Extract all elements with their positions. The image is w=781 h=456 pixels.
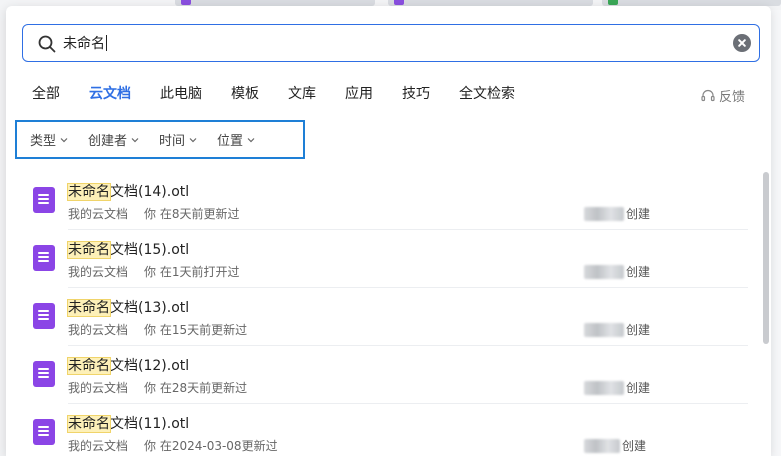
redacted-name bbox=[584, 380, 624, 395]
tab-templates[interactable]: 模板 bbox=[231, 84, 259, 106]
result-title: 未命名文档(13).otl bbox=[67, 297, 190, 317]
document-icon bbox=[33, 361, 55, 387]
redacted-name bbox=[584, 322, 624, 337]
document-icon bbox=[33, 303, 55, 329]
feedback-button[interactable]: 反馈 bbox=[701, 86, 745, 105]
search-input[interactable]: 未命名 bbox=[63, 25, 703, 61]
title-rest: 文档(12).otl bbox=[110, 358, 190, 374]
search-panel: 未命名 全部 云文档 此电脑 模板 文库 应用 技巧 全文检索 反馈 类型 创建… bbox=[6, 6, 771, 456]
result-title: 未命名文档(14).otl bbox=[67, 181, 190, 201]
result-location: 我的云文档 bbox=[68, 207, 129, 221]
filter-creator[interactable]: 创建者 bbox=[88, 130, 139, 149]
tab-apps[interactable]: 应用 bbox=[345, 84, 373, 106]
document-icon bbox=[33, 245, 55, 271]
result-creator: 创建 bbox=[584, 263, 650, 280]
tab-library[interactable]: 文库 bbox=[288, 84, 316, 106]
tab-full-text-search[interactable]: 全文检索 bbox=[459, 84, 515, 106]
background-right-edge bbox=[771, 10, 781, 456]
list-item[interactable]: 未命名文档(11).otl 我的云文档 你 在2024-03-08更新过 创建 bbox=[6, 404, 756, 456]
chevron-down-icon bbox=[60, 137, 68, 142]
list-item[interactable]: 未命名文档(12).otl 我的云文档 你 在28天前更新过 创建 bbox=[6, 346, 756, 404]
result-meta: 我的云文档 你 在1天前打开过 bbox=[68, 263, 239, 280]
result-creator: 创建 bbox=[584, 379, 650, 396]
filter-location[interactable]: 位置 bbox=[217, 130, 255, 149]
document-icon bbox=[33, 419, 55, 445]
search-input-value: 未命名 bbox=[63, 36, 105, 52]
result-meta: 我的云文档 你 在8天前更新过 bbox=[68, 205, 239, 222]
result-meta: 我的云文档 你 在2024-03-08更新过 bbox=[68, 437, 278, 454]
redacted-name bbox=[584, 206, 624, 221]
list-item[interactable]: 未命名文档(13).otl 我的云文档 你 在15天前更新过 创建 bbox=[6, 288, 756, 346]
doc-tab-icon bbox=[394, 0, 404, 5]
title-rest: 文档(15).otl bbox=[110, 242, 190, 258]
result-location: 我的云文档 bbox=[68, 323, 129, 337]
feedback-label: 反馈 bbox=[718, 90, 745, 105]
search-icon bbox=[38, 35, 56, 53]
result-creator: 创建 bbox=[584, 321, 650, 338]
result-title: 未命名文档(12).otl bbox=[67, 355, 190, 375]
doc-tab-icon bbox=[181, 0, 191, 5]
document-icon bbox=[33, 187, 55, 213]
result-location: 我的云文档 bbox=[68, 381, 129, 395]
result-activity: 你 在2024-03-08更新过 bbox=[144, 439, 278, 453]
match-highlight: 未命名 bbox=[67, 299, 111, 317]
filter-type[interactable]: 类型 bbox=[30, 130, 68, 149]
result-location: 我的云文档 bbox=[68, 439, 129, 453]
result-creator: 创建 bbox=[584, 437, 646, 454]
result-meta: 我的云文档 你 在28天前更新过 bbox=[68, 379, 247, 396]
result-list-scrollbar[interactable] bbox=[763, 172, 769, 344]
redacted-name bbox=[584, 438, 620, 453]
creator-suffix: 创建 bbox=[626, 207, 651, 221]
filter-label: 时间 bbox=[159, 134, 186, 149]
tab-cloud-docs[interactable]: 云文档 bbox=[89, 84, 131, 106]
tab-this-computer[interactable]: 此电脑 bbox=[160, 84, 202, 106]
result-activity: 你 在1天前打开过 bbox=[144, 265, 240, 279]
list-item[interactable]: 未命名文档(14).otl 我的云文档 你 在8天前更新过 创建 bbox=[6, 172, 756, 230]
filter-bar: 类型 创建者 时间 位置 bbox=[15, 120, 305, 159]
result-location: 我的云文档 bbox=[68, 265, 129, 279]
title-rest: 文档(14).otl bbox=[110, 184, 190, 200]
filter-label: 类型 bbox=[30, 134, 57, 149]
chevron-down-icon bbox=[131, 137, 139, 142]
match-highlight: 未命名 bbox=[67, 415, 111, 433]
match-highlight: 未命名 bbox=[67, 357, 111, 375]
filter-label: 创建者 bbox=[88, 134, 128, 149]
text-caret bbox=[106, 35, 107, 51]
search-box[interactable]: 未命名 bbox=[22, 24, 760, 62]
result-title: 未命名文档(11).otl bbox=[67, 413, 190, 433]
creator-suffix: 创建 bbox=[626, 265, 651, 279]
creator-suffix: 创建 bbox=[626, 381, 651, 395]
result-activity: 你 在8天前更新过 bbox=[144, 207, 240, 221]
tab-tips[interactable]: 技巧 bbox=[402, 84, 430, 106]
creator-suffix: 创建 bbox=[622, 439, 647, 453]
list-item[interactable]: 未命名文档(15).otl 我的云文档 你 在1天前打开过 创建 bbox=[6, 230, 756, 288]
search-tabs: 全部 云文档 此电脑 模板 文库 应用 技巧 全文检索 bbox=[32, 84, 544, 106]
result-meta: 我的云文档 你 在15天前更新过 bbox=[68, 321, 247, 338]
title-rest: 文档(11).otl bbox=[110, 416, 190, 432]
result-activity: 你 在15天前更新过 bbox=[144, 323, 248, 337]
filter-time[interactable]: 时间 bbox=[159, 130, 197, 149]
match-highlight: 未命名 bbox=[67, 241, 111, 259]
result-activity: 你 在28天前更新过 bbox=[144, 381, 248, 395]
chevron-down-icon bbox=[189, 137, 197, 142]
tab-all[interactable]: 全部 bbox=[32, 84, 60, 106]
match-highlight: 未命名 bbox=[67, 183, 111, 201]
headset-icon bbox=[701, 89, 715, 101]
sheet-tab-icon bbox=[608, 0, 618, 5]
result-creator: 创建 bbox=[584, 205, 650, 222]
title-rest: 文档(13).otl bbox=[110, 300, 190, 316]
redacted-name bbox=[584, 264, 624, 279]
chevron-down-icon bbox=[247, 137, 255, 142]
result-list: 未命名文档(14).otl 我的云文档你 在8天前更新过 创建 未命名文档(15… bbox=[6, 172, 756, 456]
clear-search-icon[interactable] bbox=[733, 34, 751, 52]
result-title: 未命名文档(15).otl bbox=[67, 239, 190, 259]
creator-suffix: 创建 bbox=[626, 323, 651, 337]
filter-label: 位置 bbox=[217, 134, 244, 149]
